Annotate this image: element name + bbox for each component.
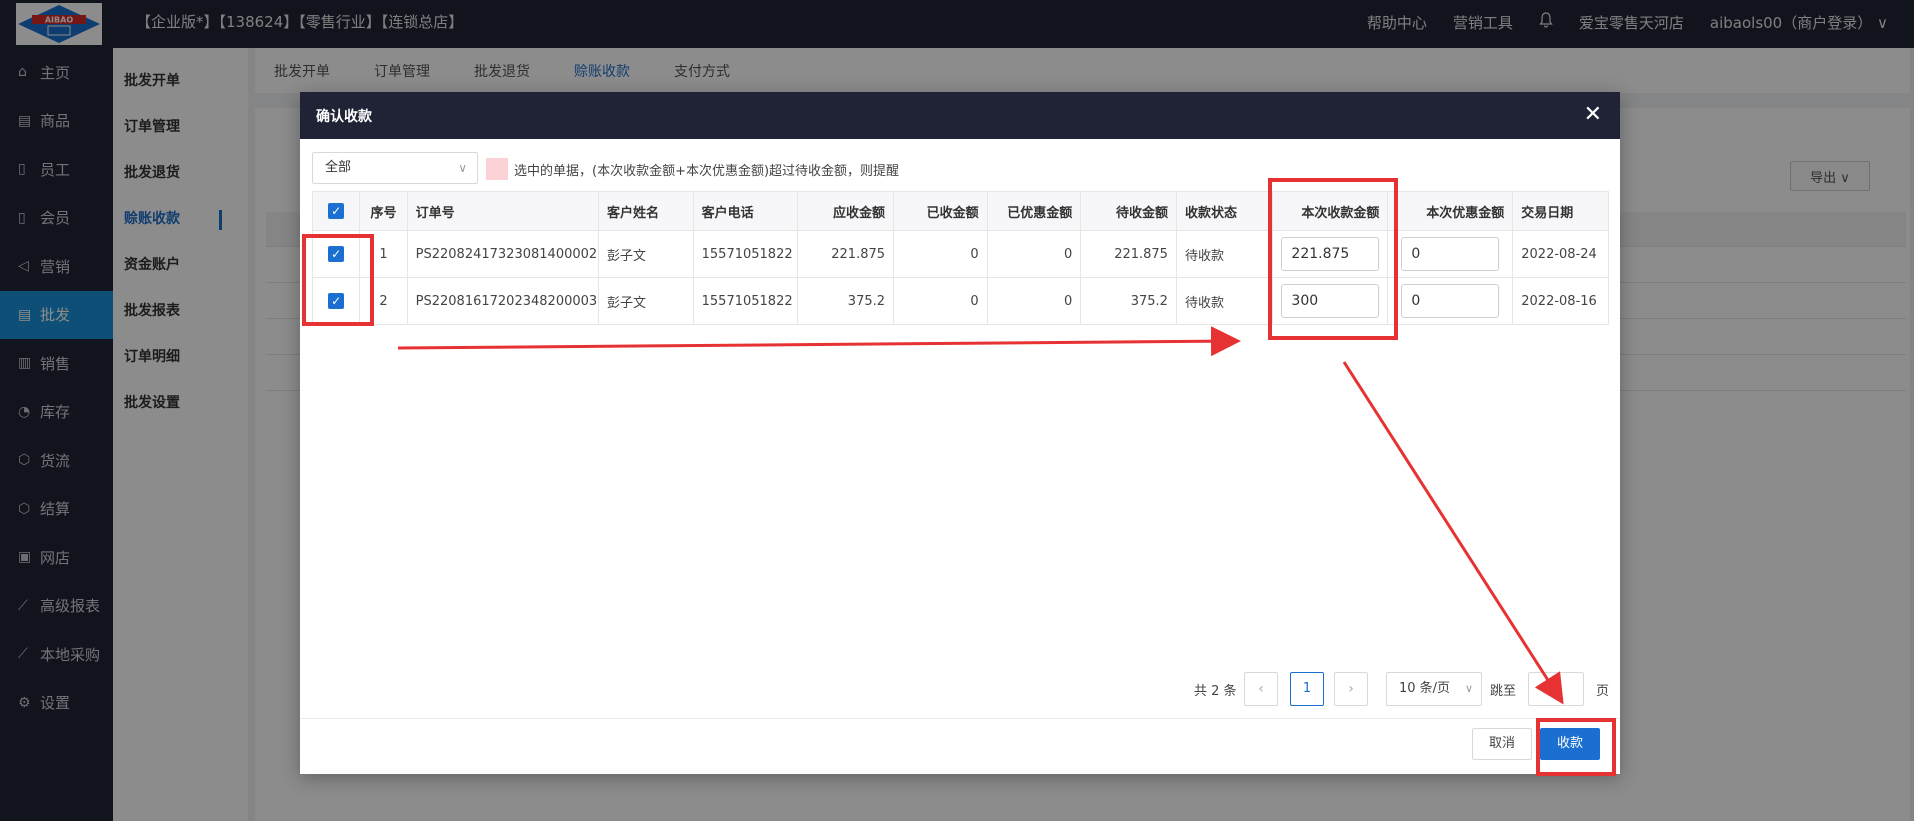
payment-status: 待收款 [1175,230,1273,278]
dialog-footer-divider [300,718,1620,719]
discount-now-cell [1387,230,1514,278]
total-count: 共 2 条 [1194,684,1237,699]
table-header-row: ✓ 序号 订单号 客户姓名 客户电话 应收金额 已收金额 已优惠金额 待收金额 … [311,191,1609,231]
col-header: 已优惠金额 [986,191,1082,231]
customer-phone: 15571051822 [692,277,799,325]
customer-name: 彭子文 [597,230,694,278]
warning-legend: 选中的单据，(本次收款金额+本次优惠金额)超过待收金额，则提醒 [514,164,900,179]
jump-page-input[interactable] [1528,672,1584,706]
amount-receivable: 375.2 [797,277,895,325]
chevron-down-icon: ∨ [458,161,467,175]
col-header: 序号 [359,191,408,231]
amount-pending: 221.875 [1080,230,1177,278]
select-all-checkbox[interactable]: ✓ [311,191,361,231]
col-header: 客户电话 [692,191,799,231]
annotation-box-pay-now [1268,178,1398,340]
customer-phone: 15571051822 [692,230,799,278]
amount-discounted: 0 [986,277,1082,325]
filter-select[interactable]: 全部 ∨ [312,152,478,184]
order-number: PS22081617202348200003 [406,277,599,325]
discount-now-input[interactable] [1401,237,1500,271]
col-header: 已收金额 [893,191,988,231]
col-header: 应收金额 [797,191,895,231]
jump-label: 跳至 [1490,684,1517,699]
check-icon: ✓ [328,203,345,219]
page-1-button[interactable]: 1 [1290,672,1324,706]
prev-page-button[interactable]: ‹ [1244,672,1278,706]
table-row: ✓ 1 PS22082417323081400002 彭子文 155710518… [311,230,1609,278]
customer-name: 彭子文 [597,277,694,325]
warning-color-swatch [486,158,508,180]
amount-receivable: 221.875 [797,230,895,278]
col-header: 交易日期 [1512,191,1609,231]
col-header: 客户姓名 [597,191,694,231]
next-page-button[interactable]: › [1334,672,1368,706]
amount-pending: 375.2 [1080,277,1177,325]
annotation-box-checkboxes [302,234,374,326]
order-number: PS22082417323081400002 [406,230,599,278]
amount-discounted: 0 [986,230,1082,278]
discount-now-cell [1387,277,1514,325]
payment-status: 待收款 [1175,277,1273,325]
page-size-value: 10 条/页 [1399,681,1451,696]
confirm-payment-dialog: 确认收款 ✕ 全部 ∨ 选中的单据，(本次收款金额+本次优惠金额)超过待收金额，则… [300,92,1620,774]
table-row: ✓ 2 PS22081617202348200003 彭子文 155710518… [311,277,1609,325]
col-header: 本次优惠金额 [1387,191,1514,231]
col-header: 收款状态 [1175,191,1273,231]
transaction-date: 2022-08-24 [1512,230,1609,278]
amount-received: 0 [893,277,988,325]
dialog-title: 确认收款 [316,108,372,125]
col-header: 订单号 [406,191,599,231]
dialog-header: 确认收款 [300,92,1620,139]
close-icon[interactable]: ✕ [1584,102,1602,128]
chevron-down-icon: ∨ [1464,682,1473,695]
annotation-box-collect-button [1536,718,1616,776]
pagination: 共 2 条 ‹ 1 › 10 条/页 ∨ 跳至 页 [300,672,1620,706]
discount-now-input[interactable] [1401,284,1500,318]
amount-received: 0 [893,230,988,278]
page-size-select[interactable]: 10 条/页 ∨ [1386,672,1482,706]
filter-value: 全部 [325,160,352,175]
transaction-date: 2022-08-16 [1512,277,1609,325]
page-unit-label: 页 [1596,684,1610,699]
payment-table: ✓ 序号 订单号 客户姓名 客户电话 应收金额 已收金额 已优惠金额 待收金额 … [311,191,1609,325]
col-header: 待收金额 [1080,191,1177,231]
cancel-button[interactable]: 取消 [1472,728,1532,760]
